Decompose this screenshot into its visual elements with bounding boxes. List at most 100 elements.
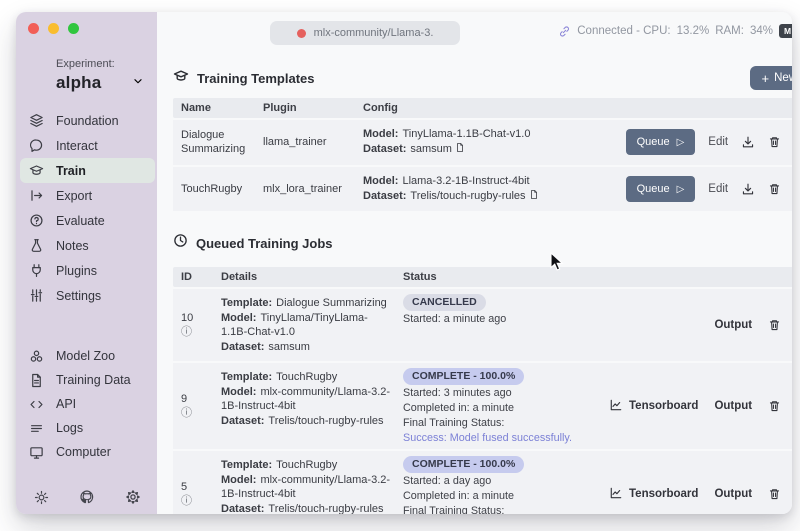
job-id-value: 5 (181, 481, 188, 494)
tensorboard-button[interactable]: Tensorboard (609, 486, 698, 503)
document-icon (28, 373, 45, 388)
model-zoo-icon (28, 349, 45, 364)
jobs-table-header: ID Details Status (173, 267, 792, 288)
model-label: Model: (221, 473, 257, 486)
code-brackets-icon (28, 397, 45, 412)
plus-icon: + (761, 70, 770, 86)
job-id-value: 9 (181, 393, 188, 406)
sidebar-item-foundation[interactable]: Foundation (16, 108, 157, 133)
attachment-icon (455, 142, 465, 158)
model-label: Model: (363, 128, 399, 140)
job-details: Template: Dialogue Summarizing Model: Tiny… (221, 289, 403, 361)
export-arrow-icon (28, 188, 45, 203)
template-actions: Queue ▷ Edit (619, 167, 792, 212)
sidebar-item-plugins[interactable]: Plugins (16, 258, 157, 283)
job-status: COMPLETE - 100.0% Started: 3 minutes ago… (403, 363, 609, 449)
model-pill-text: mlx-community/Llama-3. (313, 27, 434, 39)
attachment-icon (529, 189, 539, 205)
tensorboard-label: Tensorboard (629, 488, 699, 501)
sidebar-item-label: Foundation (56, 113, 119, 128)
download-icon[interactable] (741, 182, 755, 196)
job-id: 10 ⓘ (181, 289, 221, 361)
info-icon[interactable]: ⓘ (181, 408, 192, 419)
sidebar-nav-secondary: Model Zoo Training Data API Logs Compute… (16, 344, 157, 464)
play-icon: ▷ (676, 183, 685, 195)
template-row: TouchRugby mlx_lora_trainer Model: Llama-… (173, 166, 792, 212)
template-label: Template: (221, 297, 273, 310)
info-icon[interactable]: ⓘ (181, 327, 192, 338)
gear-icon[interactable] (125, 489, 141, 505)
link-icon (558, 25, 571, 38)
minimize-window-button[interactable] (48, 23, 59, 34)
sidebar-item-label: Interact (56, 138, 98, 153)
output-button[interactable]: Output (714, 319, 752, 331)
sidebar-item-evaluate[interactable]: Evaluate (16, 208, 157, 233)
job-dataset: Trelis/touch-rugby-rules (268, 414, 384, 427)
model-label: Model: (363, 174, 399, 187)
queue-button[interactable]: Queue ▷ (625, 129, 696, 156)
sidebar-item-label: Plugins (56, 263, 97, 278)
sidebar-item-interact[interactable]: Interact (16, 133, 157, 158)
sidebar-item-train[interactable]: Train (20, 158, 155, 183)
experiment-label: Experiment: (56, 58, 115, 70)
model-label: Model: (221, 312, 257, 325)
sidebar-footer (16, 489, 157, 505)
job-row: 5 ⓘ Template: TouchRugby Model: mlx-commun… (173, 451, 792, 514)
queue-button[interactable]: Queue ▷ (625, 176, 696, 203)
status-final-message: Success: Model fused successfully. (403, 431, 573, 444)
download-icon[interactable] (741, 135, 755, 149)
trash-icon[interactable] (768, 487, 781, 501)
edit-button[interactable]: Edit (708, 183, 728, 195)
dataset-label: Dataset: (221, 414, 265, 427)
ram-value: 34% (749, 25, 773, 37)
info-icon[interactable]: ⓘ (181, 496, 192, 507)
chart-icon (609, 486, 623, 503)
dataset-label: Dataset: (221, 341, 265, 354)
sidebar-item-logs[interactable]: Logs (16, 416, 157, 440)
status-started: Started: 3 minutes ago (403, 386, 512, 399)
new-template-button[interactable]: + New (749, 66, 792, 90)
template-label: Template: (221, 371, 273, 384)
trash-icon[interactable] (768, 318, 781, 332)
sidebar-item-label: Export (56, 188, 93, 203)
template-name: TouchRugby (181, 182, 243, 195)
job-template: TouchRugby (276, 459, 338, 472)
sidebar-item-label: Train (56, 163, 86, 178)
sidebar-item-label: Evaluate (56, 213, 105, 228)
jobs-section-header: Queued Training Jobs (173, 233, 792, 253)
model-label: Model: (221, 385, 257, 398)
trash-icon[interactable] (768, 182, 781, 196)
edit-button[interactable]: Edit (708, 136, 728, 148)
sidebar-item-settings[interactable]: Settings (16, 283, 157, 308)
job-dataset: samsum (268, 341, 310, 354)
sidebar-item-computer[interactable]: Computer (16, 440, 157, 464)
foundation-model-pill[interactable]: mlx-community/Llama-3. (270, 21, 460, 45)
graduation-cap-icon (173, 68, 189, 89)
model-value: TinyLlama-1.1B-Chat-v1.0 (402, 128, 531, 140)
close-window-button[interactable] (28, 23, 39, 34)
trash-icon[interactable] (768, 399, 781, 413)
github-icon[interactable] (79, 489, 95, 505)
status-started: Started: a day ago (403, 474, 492, 487)
experiment-name: alpha (56, 73, 102, 92)
layers-icon (28, 113, 45, 128)
window-controls (28, 23, 79, 34)
sidebar-item-notes[interactable]: Notes (16, 233, 157, 258)
zoom-window-button[interactable] (68, 23, 79, 34)
job-dataset: Trelis/touch-rugby-rules (268, 502, 384, 514)
tensorboard-button[interactable]: Tensorboard (609, 398, 698, 415)
output-button[interactable]: Output (714, 488, 752, 500)
sidebar-item-model-zoo[interactable]: Model Zoo (16, 344, 157, 368)
trash-icon[interactable] (768, 135, 781, 149)
sidebar-item-api[interactable]: API (16, 392, 157, 416)
sidebar-item-label: Model Zoo (56, 349, 116, 363)
experiment-selector[interactable]: alpha (56, 73, 145, 93)
sidebar-item-training-data[interactable]: Training Data (16, 368, 157, 392)
queue-label: Queue (636, 136, 670, 149)
output-button[interactable]: Output (714, 400, 752, 412)
sidebar-item-export[interactable]: Export (16, 183, 157, 208)
cpu-value: 13.2% (676, 25, 710, 37)
job-row: 10 ⓘ Template: Dialogue Summarizing Model… (173, 289, 792, 362)
sun-icon[interactable] (34, 490, 49, 505)
flask-icon (28, 238, 45, 253)
